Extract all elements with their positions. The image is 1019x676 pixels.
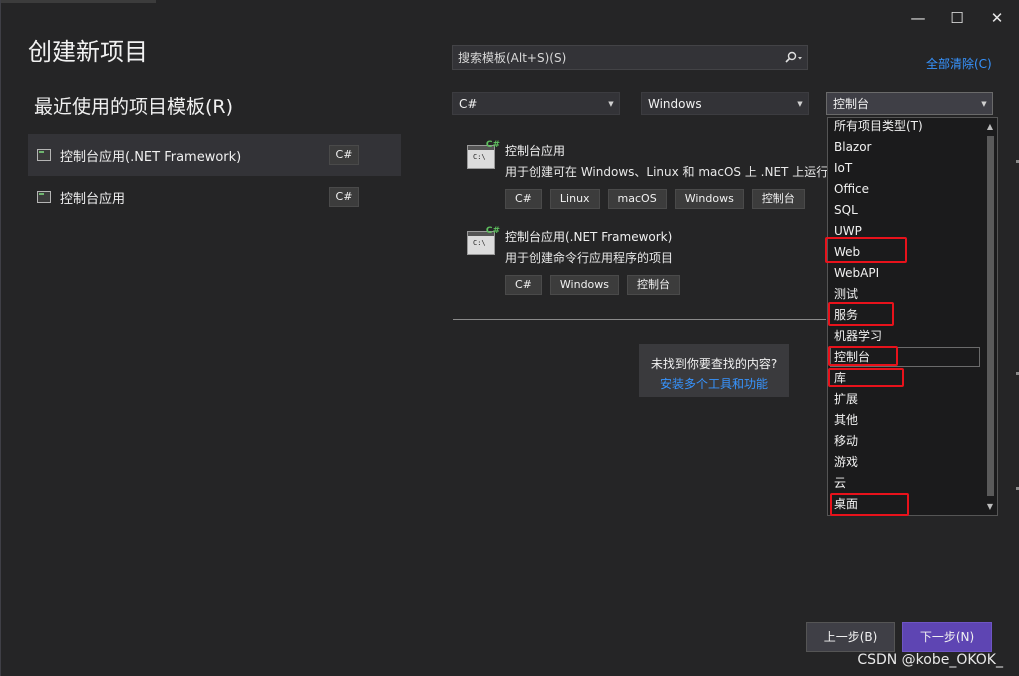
- template-tag: 控制台: [751, 189, 805, 209]
- chevron-down-icon: ▼: [981, 99, 987, 108]
- back-button[interactable]: 上一步(B): [806, 622, 895, 652]
- dropdown-item-blazor[interactable]: Blazor: [834, 137, 872, 158]
- annotation-box-desktop: [830, 493, 909, 516]
- recent-template-item[interactable]: 控制台应用 C#: [28, 176, 401, 218]
- annotation-box-web: [825, 237, 907, 263]
- chevron-down-icon: ▼: [797, 99, 803, 108]
- search-templates-input[interactable]: 搜索模板(Alt+S)(S): [452, 45, 808, 70]
- not-found-panel: 未找到你要查找的内容? 安装多个工具和功能: [639, 344, 789, 397]
- console-app-icon: C:\ C#: [467, 226, 500, 255]
- template-tag: C#: [505, 275, 542, 295]
- platform-filter-value: Windows: [648, 96, 702, 111]
- language-tag: C#: [329, 145, 359, 165]
- chevron-down-icon: ▼: [608, 99, 614, 108]
- dropdown-item-ml[interactable]: 机器学习: [834, 326, 882, 347]
- scroll-down-arrow-icon[interactable]: ▼: [985, 502, 995, 511]
- dropdown-item-cloud[interactable]: 云: [834, 473, 846, 494]
- annotation-box-service: [828, 302, 894, 326]
- template-title: 控制台应用(.NET Framework): [505, 230, 673, 244]
- template-tag: macOS: [607, 189, 667, 209]
- console-app-icon: C:\ C#: [467, 140, 500, 169]
- dropdown-item-all[interactable]: 所有项目类型(T): [834, 116, 923, 137]
- install-tools-link[interactable]: 安装多个工具和功能: [639, 375, 789, 392]
- recent-template-label: 控制台应用(.NET Framework): [60, 149, 242, 165]
- project-type-filter-select[interactable]: 控制台 ▼: [826, 92, 993, 115]
- dropdown-item-sql[interactable]: SQL: [834, 200, 858, 221]
- watermark: CSDN @kobe_OKOK_: [857, 652, 1003, 668]
- language-filter-value: C#: [459, 96, 478, 111]
- dropdown-item-extension[interactable]: 扩展: [834, 389, 858, 410]
- template-tag: 控制台: [627, 275, 681, 295]
- dropdown-item-webapi[interactable]: WebAPI: [834, 263, 879, 284]
- annotation-box-library: [828, 368, 904, 387]
- recent-template-label: 控制台应用: [60, 191, 126, 207]
- recent-template-item[interactable]: 控制台应用(.NET Framework) C#: [28, 134, 401, 176]
- annotation-box-console: [828, 346, 898, 366]
- console-app-icon: [37, 191, 51, 203]
- template-tag: Windows: [674, 189, 744, 209]
- clear-all-link[interactable]: 全部清除(C): [926, 55, 992, 72]
- template-tag: Linux: [549, 189, 600, 209]
- template-tag: Windows: [549, 275, 620, 295]
- maximize-button[interactable]: ☐: [946, 8, 968, 28]
- dropdown-scrollbar[interactable]: ▲ ▼: [985, 122, 995, 512]
- console-app-icon: [37, 149, 51, 161]
- dropdown-item-office[interactable]: Office: [834, 179, 869, 200]
- template-tag: C#: [505, 189, 542, 209]
- language-tag: C#: [329, 187, 359, 207]
- template-title: 控制台应用: [505, 144, 566, 158]
- template-tags: C# Linux macOS Windows 控制台: [505, 189, 805, 209]
- platform-filter-select[interactable]: Windows ▼: [641, 92, 809, 115]
- dropdown-item-games[interactable]: 游戏: [834, 452, 858, 473]
- page-title: 创建新项目: [28, 38, 148, 66]
- not-found-question: 未找到你要查找的内容?: [650, 357, 778, 371]
- language-filter-select[interactable]: C# ▼: [452, 92, 620, 115]
- minimize-button[interactable]: —: [907, 8, 929, 28]
- title-strip: [1, 0, 156, 3]
- project-type-filter-value: 控制台: [833, 97, 870, 111]
- close-button[interactable]: ✕: [986, 8, 1008, 28]
- search-placeholder: 搜索模板(Alt+S)(S): [458, 51, 567, 65]
- dropdown-item-mobile[interactable]: 移动: [834, 431, 858, 452]
- search-icon[interactable]: [781, 51, 807, 65]
- template-description: 用于创建命令行应用程序的项目: [505, 251, 674, 265]
- recent-templates-title: 最近使用的项目模板(R): [34, 96, 234, 118]
- template-description: 用于创建可在 Windows、Linux 和 macOS 上 .NET 上运行的: [505, 165, 841, 179]
- template-tags: C# Windows 控制台: [505, 275, 681, 295]
- dropdown-item-other[interactable]: 其他: [834, 410, 858, 431]
- scroll-up-arrow-icon[interactable]: ▲: [985, 122, 995, 131]
- next-button[interactable]: 下一步(N): [902, 622, 992, 652]
- dropdown-item-iot[interactable]: IoT: [834, 158, 852, 179]
- results-divider: [453, 319, 826, 320]
- scrollbar-thumb[interactable]: [987, 136, 994, 496]
- create-project-dialog: — ☐ ✕ 创建新项目 最近使用的项目模板(R) 控制台应用(.NET Fram…: [0, 0, 1019, 676]
